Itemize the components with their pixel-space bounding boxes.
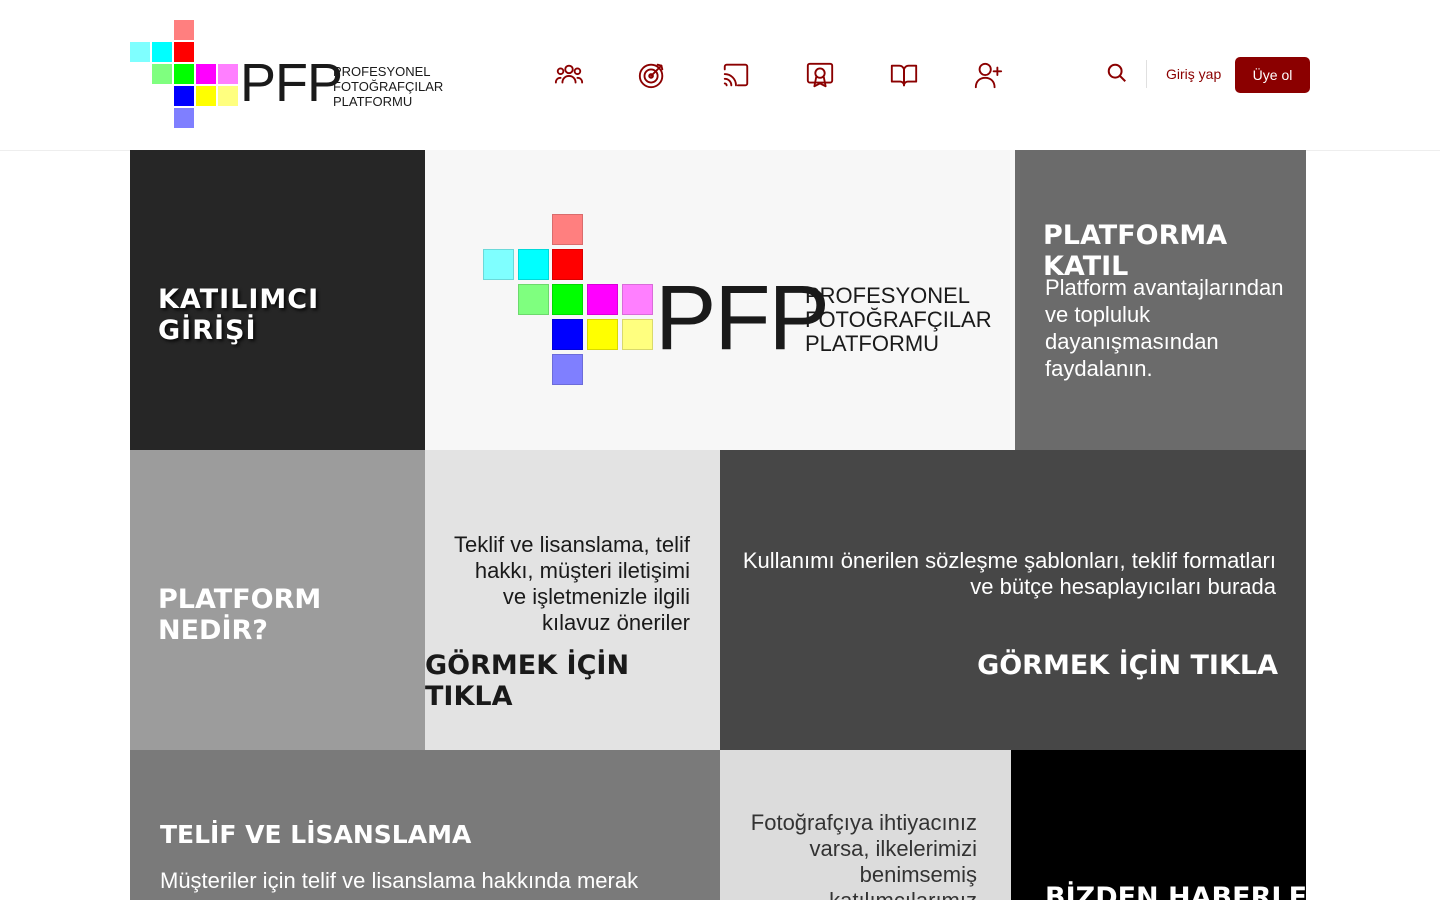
- hero-tagline-line: FOTOĞRAFÇILAR: [805, 307, 992, 332]
- cast-icon[interactable]: [719, 58, 753, 92]
- users-icon[interactable]: [552, 58, 586, 92]
- tile-cta[interactable]: GÖRMEK İÇİN TIKLA: [977, 650, 1278, 681]
- logo-cell: [174, 86, 194, 106]
- logo-cell: [552, 319, 583, 350]
- site-logo[interactable]: PFP PROFESYONEL FOTOĞRAFÇILAR PLATFORMU: [130, 20, 443, 130]
- tile-title: TELİF VE LİSANSLAMA: [160, 820, 472, 849]
- logo-tagline-line: FOTOĞRAFÇILAR: [333, 79, 444, 94]
- tile-hero: PFP PROFESYONEL FOTOĞRAFÇILAR PLATFORMU: [425, 150, 1015, 450]
- tile-templates[interactable]: Kullanımı önerilen sözleşme şablonları, …: [720, 450, 1306, 750]
- logo-cell: [552, 249, 583, 280]
- logo-wordmark: PFP: [240, 53, 343, 113]
- hero-wordmark: PFP: [655, 267, 830, 369]
- target-icon[interactable]: [635, 58, 669, 92]
- tile-title: KATILIMCI GİRİŞİ: [158, 284, 320, 346]
- search-icon[interactable]: [1106, 62, 1132, 88]
- hero-logo: PFP PROFESYONEL FOTOĞRAFÇILAR PLATFORMU: [483, 214, 992, 389]
- header-divider: [1146, 60, 1147, 88]
- tile-cta[interactable]: GÖRMEK İÇİN TIKLA: [425, 650, 690, 712]
- logo-cell: [552, 284, 583, 315]
- logo-cell: [174, 64, 194, 84]
- tile-copyright-licensing[interactable]: TELİF VE LİSANSLAMA Müşteriler için teli…: [130, 750, 720, 900]
- logo-cell: [174, 108, 194, 128]
- logo-cell: [218, 86, 238, 106]
- logo-cell: [552, 354, 583, 385]
- tile-description: Fotoğrafçıya ihtiyacınız varsa, ilkeleri…: [750, 810, 977, 900]
- logo-cell: [587, 284, 618, 315]
- logo-cell: [174, 42, 194, 62]
- hero-tagline: PROFESYONEL FOTOĞRAFÇILAR PLATFORMU: [805, 284, 992, 356]
- site-header: PFP PROFESYONEL FOTOĞRAFÇILAR PLATFORMU …: [0, 0, 1440, 151]
- logo-tagline: PROFESYONEL FOTOĞRAFÇILAR PLATFORMU: [333, 64, 443, 109]
- logo-cell: [218, 64, 238, 84]
- signup-button[interactable]: Üye ol: [1235, 57, 1310, 93]
- tile-news[interactable]: BİZDEN HABERLER: [1011, 750, 1306, 900]
- logo-cell: [174, 20, 194, 40]
- logo-cell: [587, 319, 618, 350]
- tile-title: PLATFORMA KATIL: [1043, 220, 1228, 282]
- tile-guides[interactable]: Teklif ve lisanslama, telif hakkı, müşte…: [425, 450, 720, 750]
- certificate-icon[interactable]: [803, 58, 837, 92]
- tile-title: BİZDEN HABERLER: [1045, 882, 1306, 900]
- logo-cell: [518, 284, 549, 315]
- logo-cell: [130, 42, 150, 62]
- logo-cell: [196, 64, 216, 84]
- book-icon[interactable]: [887, 58, 921, 92]
- tile-description: Platform avantajlarından ve topluluk day…: [1045, 275, 1284, 381]
- logo-tagline-line: PROFESYONEL: [333, 64, 431, 79]
- tile-description: Kullanımı önerilen sözleşme şablonları, …: [742, 548, 1276, 599]
- logo-cell: [622, 319, 653, 350]
- add-user-icon[interactable]: [971, 58, 1005, 92]
- tile-join-platform[interactable]: PLATFORMA KATIL Platform avantajlarından…: [1015, 150, 1306, 450]
- logo-cell: [552, 214, 583, 245]
- tile-need-photographer[interactable]: Fotoğrafçıya ihtiyacınız varsa, ilkeleri…: [720, 750, 1011, 900]
- hero-tagline-line: PLATFORMU: [805, 331, 940, 356]
- tile-description: Müşteriler için telif ve lisanslama hakk…: [160, 868, 639, 893]
- logo-cell: [483, 249, 514, 280]
- logo-cell: [152, 42, 172, 62]
- logo-cell: [622, 284, 653, 315]
- tile-what-is-platform[interactable]: PLATFORM NEDİR?: [130, 450, 425, 750]
- tile-participant-login[interactable]: KATILIMCI GİRİŞİ: [130, 150, 425, 450]
- logo-cell: [152, 64, 172, 84]
- logo-cell: [196, 86, 216, 106]
- hero-tagline-line: PROFESYONEL: [805, 283, 971, 308]
- tile-title: PLATFORM NEDİR?: [158, 584, 322, 646]
- logo-cell: [518, 249, 549, 280]
- login-link[interactable]: Giriş yap: [1166, 66, 1221, 82]
- logo-tagline-line: PLATFORMU: [333, 94, 413, 109]
- tile-description: Teklif ve lisanslama, telif hakkı, müşte…: [454, 532, 690, 635]
